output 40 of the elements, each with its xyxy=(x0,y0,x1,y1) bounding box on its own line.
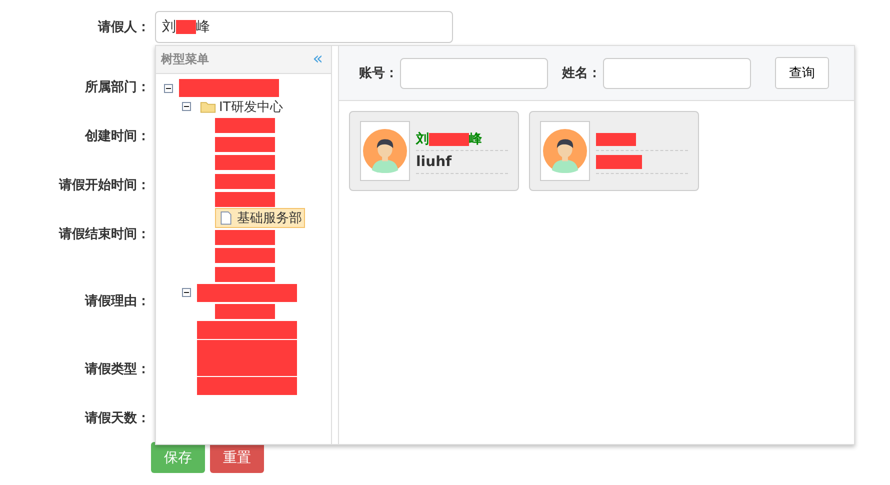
field-label: 请假开始时间： xyxy=(58,176,150,194)
search-label: 姓名： xyxy=(562,65,601,82)
avatar xyxy=(543,129,587,173)
search-field[interactable] xyxy=(603,58,751,88)
folder-icon xyxy=(200,100,216,114)
collapse-icon[interactable] xyxy=(182,288,191,298)
field-label: 创建时间： xyxy=(84,128,150,144)
field-label: 所属部门： xyxy=(84,78,150,96)
input-value: 峰 xyxy=(196,18,210,36)
redaction-mark xyxy=(215,155,275,170)
redaction-mark xyxy=(215,118,275,133)
search-label: 账号： xyxy=(359,65,398,82)
user-card[interactable]: 刘 峰 liuhf xyxy=(349,111,519,191)
user-account: liuhf xyxy=(416,154,452,170)
redaction-mark xyxy=(215,304,275,319)
collapse-icon[interactable] xyxy=(164,84,173,93)
field-label: 请假天数： xyxy=(84,410,150,426)
tree-title: 树型菜单 xyxy=(161,51,209,68)
field-label: 请假人： xyxy=(96,19,150,36)
tree-node[interactable]: IT研发中心 xyxy=(197,96,286,117)
redaction-mark xyxy=(215,136,275,152)
redaction-mark xyxy=(215,230,275,245)
person-input[interactable]: 刘 峰 xyxy=(155,11,453,43)
avatar xyxy=(363,129,407,173)
reset-button[interactable]: 重置 xyxy=(210,442,264,473)
field-label: 请假理由： xyxy=(84,293,150,310)
collapse-icon[interactable] xyxy=(182,102,191,112)
document-icon xyxy=(218,211,234,226)
search-button[interactable]: 查询 xyxy=(775,57,829,89)
redaction-mark xyxy=(215,266,275,282)
redaction-mark xyxy=(215,192,275,208)
tree-node[interactable]: 基础服务部 xyxy=(215,208,305,228)
field-label: 请假结束时间： xyxy=(58,226,150,242)
redaction-mark xyxy=(215,248,275,264)
user-card[interactable] xyxy=(529,111,699,191)
redaction-mark xyxy=(215,174,275,189)
field-label: 请假类型： xyxy=(84,360,150,378)
user-name: 刘 峰 xyxy=(416,128,508,151)
input-value: 刘 xyxy=(162,18,176,36)
search-field[interactable] xyxy=(400,58,548,88)
